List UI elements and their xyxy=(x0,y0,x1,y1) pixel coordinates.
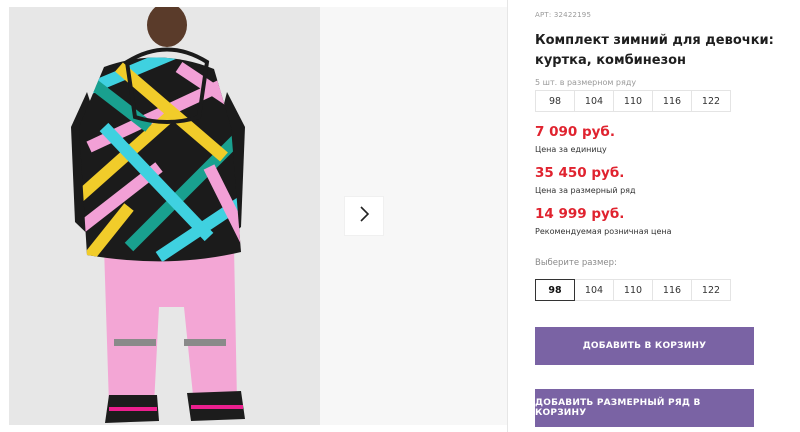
size-row-item: 122 xyxy=(691,90,731,112)
product-gallery xyxy=(0,0,507,432)
girl-winter-suit-image xyxy=(9,7,320,425)
add-to-cart-button[interactable]: ДОБАВИТЬ В КОРЗИНУ xyxy=(535,327,754,365)
size-row-note: 5 шт. в размерном ряду xyxy=(535,78,637,87)
chevron-right-icon xyxy=(358,206,370,226)
retail-price: 14 999 руб. xyxy=(535,206,625,222)
article-number: АРТ: 32422195 xyxy=(535,11,592,19)
size-option-122[interactable]: 122 xyxy=(691,279,731,301)
unit-price: 7 090 руб. xyxy=(535,124,615,140)
size-row-list: 98 104 110 116 122 xyxy=(535,90,731,112)
column-divider xyxy=(507,0,508,432)
size-row-item: 116 xyxy=(652,90,692,112)
product-main-photo[interactable] xyxy=(9,7,320,425)
retail-price-label: Рекомендуемая розничная цена xyxy=(535,227,672,236)
size-option-104[interactable]: 104 xyxy=(574,279,614,301)
unit-price-label: Цена за единицу xyxy=(535,145,607,154)
size-row-item: 104 xyxy=(574,90,614,112)
product-title: Комплект зимний для девочки: куртка, ком… xyxy=(535,33,774,68)
size-option-110[interactable]: 110 xyxy=(613,279,653,301)
add-size-row-button[interactable]: ДОБАВИТЬ РАЗМЕРНЫЙ РЯД В КОРЗИНУ xyxy=(535,389,754,427)
size-option-116[interactable]: 116 xyxy=(652,279,692,301)
size-option-98[interactable]: 98 xyxy=(535,279,575,301)
gallery-next-button[interactable] xyxy=(345,197,383,235)
size-row-item: 98 xyxy=(535,90,575,112)
size-row-item: 110 xyxy=(613,90,653,112)
choose-size-label: Выберите размер: xyxy=(535,258,617,268)
size-row-price: 35 450 руб. xyxy=(535,165,625,181)
size-row-price-label: Цена за размерный ряд xyxy=(535,186,636,195)
size-selector: 98 104 110 116 122 xyxy=(535,279,731,301)
